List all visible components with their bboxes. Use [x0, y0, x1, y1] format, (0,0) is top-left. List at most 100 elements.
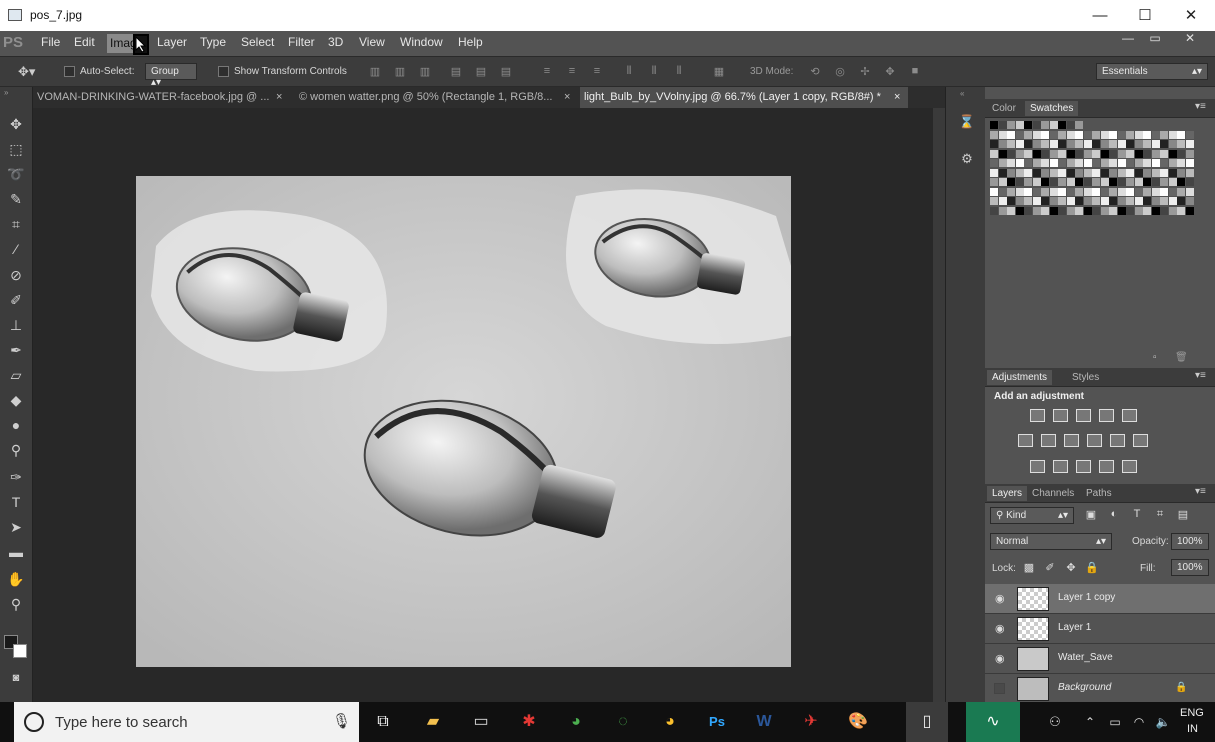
doc-restore-button[interactable]: ▭ — [1143, 31, 1167, 48]
tab-adjustments[interactable]: Adjustments — [987, 370, 1053, 385]
color-swatch[interactable] — [1058, 121, 1066, 129]
distribute-top-icon[interactable]: ≡ — [539, 65, 555, 79]
align-bottom-icon[interactable]: ▥ — [417, 65, 433, 79]
color-swatch[interactable] — [1100, 197, 1109, 205]
move-tool-icon[interactable]: ✥ — [4, 113, 28, 135]
color-swatch[interactable] — [1109, 140, 1117, 148]
color-swatch[interactable] — [1066, 187, 1075, 196]
color-swatch[interactable] — [1075, 178, 1083, 186]
lasso-tool-icon[interactable]: ➰ — [4, 163, 28, 185]
menu-window[interactable]: Window — [400, 35, 443, 49]
color-swatch[interactable] — [1041, 206, 1049, 215]
color-swatch[interactable] — [998, 140, 1007, 148]
color-swatch[interactable] — [1066, 206, 1075, 215]
color-swatch[interactable] — [1083, 187, 1092, 196]
color-swatch[interactable] — [1049, 121, 1058, 129]
color-swatch[interactable] — [1177, 197, 1185, 205]
layer-row[interactable]: ◉ Layer 1 copy — [985, 584, 1215, 614]
color-swatch[interactable] — [1083, 178, 1092, 186]
color-swatch[interactable] — [1109, 197, 1117, 205]
menu-file[interactable]: File — [41, 35, 60, 49]
color-swatch[interactable] — [1049, 159, 1058, 167]
color-swatch[interactable] — [1066, 140, 1075, 148]
color-swatch[interactable] — [998, 149, 1007, 158]
color-swatch[interactable] — [1100, 187, 1109, 196]
color-swatch[interactable] — [1024, 168, 1032, 177]
color-swatch[interactable] — [1075, 130, 1083, 139]
color-swatch[interactable] — [1049, 206, 1058, 215]
layer-row[interactable]: ◉ Layer 1 — [985, 614, 1215, 644]
color-swatch[interactable] — [1168, 187, 1177, 196]
file-explorer-icon[interactable]: ▰ — [418, 708, 448, 736]
color-swatch[interactable] — [1015, 178, 1024, 186]
black-white-icon[interactable] — [1064, 434, 1079, 447]
swatches-grid[interactable] — [990, 121, 1195, 221]
color-swatch[interactable] — [1032, 206, 1041, 215]
filter-pixel-icon[interactable]: ▣ — [1083, 508, 1099, 522]
path-select-tool-icon[interactable]: ➤ — [4, 516, 28, 538]
color-swatch[interactable] — [1083, 168, 1092, 177]
color-swatch[interactable] — [1083, 159, 1092, 167]
color-swatch[interactable] — [1024, 197, 1032, 205]
color-swatch[interactable] — [1143, 206, 1151, 215]
color-swatch[interactable] — [1041, 197, 1049, 205]
color-swatch[interactable] — [1015, 140, 1024, 148]
color-swatch[interactable] — [1024, 121, 1032, 129]
color-swatch[interactable] — [1177, 159, 1185, 167]
color-swatch[interactable] — [1058, 197, 1066, 205]
lock-transparency-icon[interactable]: ▩ — [1021, 561, 1037, 575]
color-swatch[interactable] — [1143, 140, 1151, 148]
color-swatch[interactable] — [1151, 197, 1160, 205]
tab-light-bulb[interactable]: light_Bulb_by_VVolny.jpg @ 66.7% (Layer … — [580, 87, 908, 108]
color-swatch[interactable] — [1058, 206, 1066, 215]
photo-filter-icon[interactable] — [1087, 434, 1102, 447]
tab-styles[interactable]: Styles — [1067, 370, 1104, 385]
color-lookup-icon[interactable] — [1133, 434, 1148, 447]
color-swatch[interactable] — [1109, 206, 1117, 215]
color-swatch[interactable] — [1007, 130, 1015, 139]
color-swatch[interactable] — [990, 168, 998, 177]
panel-expand-icon[interactable]: « — [960, 89, 964, 98]
marquee-tool-icon[interactable]: ⬚ — [4, 138, 28, 160]
visibility-toggle-empty[interactable] — [994, 683, 1005, 694]
color-swatch[interactable] — [1092, 206, 1100, 215]
color-swatch[interactable] — [998, 187, 1007, 196]
color-swatch[interactable] — [1041, 168, 1049, 177]
color-swatch[interactable] — [1134, 197, 1143, 205]
color-swatch[interactable] — [1177, 206, 1185, 215]
color-swatch[interactable] — [990, 121, 998, 129]
align-vcenter-icon[interactable]: ▥ — [392, 65, 408, 79]
color-swatch[interactable] — [1041, 159, 1049, 167]
color-swatch[interactable] — [1177, 168, 1185, 177]
dodge-tool-icon[interactable]: ⚲ — [4, 439, 28, 461]
document-app-icon[interactable]: ▯ — [906, 702, 948, 742]
color-swatch[interactable] — [1151, 130, 1160, 139]
color-swatch[interactable] — [1083, 149, 1092, 158]
color-swatch[interactable] — [1185, 140, 1194, 148]
color-swatch[interactable] — [1126, 178, 1134, 186]
menu-view[interactable]: View — [359, 35, 385, 49]
color-swatch[interactable] — [1015, 149, 1024, 158]
close-button[interactable]: ✕ — [1168, 0, 1214, 31]
word-icon[interactable]: W — [749, 708, 779, 736]
color-swatch[interactable] — [1109, 130, 1117, 139]
color-swatch[interactable] — [1126, 197, 1134, 205]
quick-select-tool-icon[interactable]: ✎ — [4, 188, 28, 210]
color-swatch[interactable] — [1177, 187, 1185, 196]
align-hcenter-icon[interactable]: ▤ — [473, 65, 489, 79]
pen-tool-icon[interactable]: ✑ — [4, 466, 28, 488]
color-swatch[interactable] — [1075, 159, 1083, 167]
color-swatch[interactable] — [1058, 178, 1066, 186]
visibility-eye-icon[interactable]: ◉ — [995, 652, 1005, 665]
align-left-icon[interactable]: ▤ — [448, 65, 464, 79]
color-swatch[interactable] — [1075, 121, 1083, 129]
color-swatch[interactable] — [1075, 206, 1083, 215]
color-swatch[interactable] — [1160, 178, 1168, 186]
filter-type-icon[interactable]: T — [1129, 508, 1145, 522]
color-swatch[interactable] — [1032, 149, 1041, 158]
color-swatch[interactable] — [1092, 130, 1100, 139]
layer-row[interactable]: Background 🔒 — [985, 674, 1215, 704]
selective-color-icon[interactable] — [1099, 460, 1114, 473]
crop-tool-icon[interactable]: ⌗ — [4, 213, 28, 235]
color-swatch[interactable] — [990, 140, 998, 148]
